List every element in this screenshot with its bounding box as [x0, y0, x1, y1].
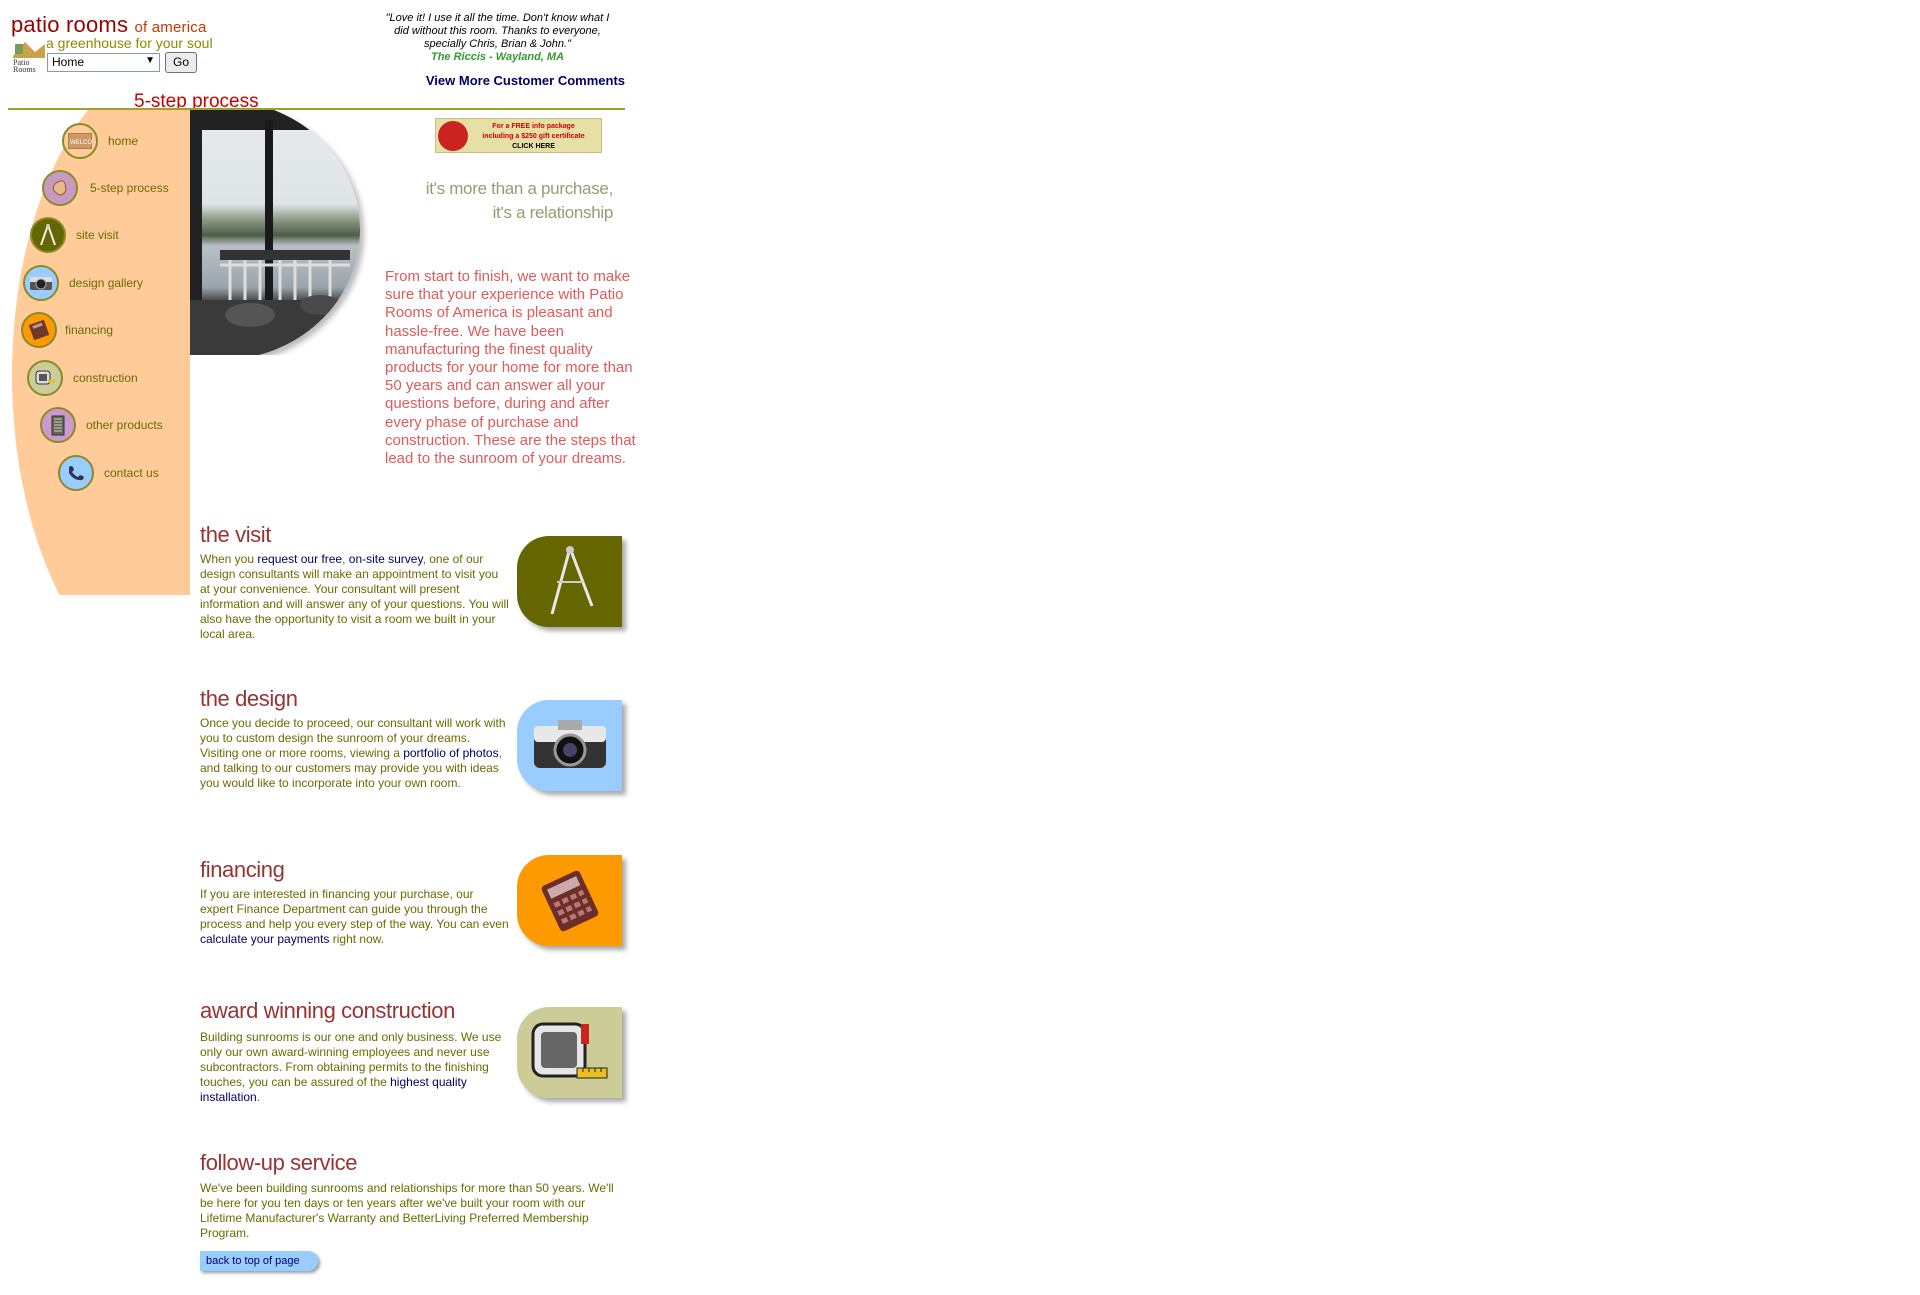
sidebar-item-label: home [108, 134, 139, 148]
tape-measure-icon [27, 360, 63, 396]
brand-name-suffix: of america [134, 19, 207, 36]
slogan-line-2: it's a relationship [492, 203, 614, 222]
sidebar-item-label: other products [86, 418, 163, 432]
section-text-design: Once you decide to proceed, our consulta… [200, 716, 506, 790]
back-to-top-button[interactable]: back to top of page [200, 1251, 318, 1271]
svg-text:WELCOME: WELCOME [70, 140, 92, 146]
phone-icon [58, 455, 94, 491]
section-title-design: the design [200, 686, 298, 711]
section-title-financing: financing [200, 857, 285, 882]
brand-name: patio rooms [11, 12, 129, 37]
request-free-link[interactable]: request our free [257, 552, 342, 566]
sidebar-item-label: financing [65, 323, 114, 337]
sidebar-item-design-gallery[interactable]: design gallery [23, 265, 143, 301]
tape-measure-icon [517, 1007, 622, 1098]
slogan-line-1: it's more than a purchase, [425, 179, 614, 198]
page-select-value: Home [52, 55, 85, 69]
on-site-survey-link[interactable]: on-site survey [349, 552, 423, 566]
free-info-package-banner[interactable]: For a FREE info package including a $250… [435, 118, 602, 153]
sidebar-item-label: construction [73, 371, 138, 385]
intro-paragraph: From start to finish, we want to make su… [385, 268, 636, 468]
sidebar-item-label: contact us [104, 466, 159, 480]
sidebar-item-financing[interactable]: financing [21, 312, 113, 348]
go-button[interactable]: Go [165, 52, 197, 73]
sidebar-item-5-step-process[interactable]: 5-step process [42, 170, 169, 206]
sidebar-item-home[interactable]: WELCOME home [62, 123, 138, 159]
section-text-construction: Building sunrooms is our one and only bu… [200, 1030, 502, 1104]
sidebar-item-label: design gallery [69, 276, 144, 290]
calculator-icon [21, 312, 57, 348]
brand-tagline: a greenhouse for your soul [46, 35, 213, 51]
section-text-visit: When you request our free, on-site surve… [200, 552, 509, 641]
sidebar-item-site-visit[interactable]: site visit [30, 217, 119, 253]
hero-photo [190, 110, 370, 355]
compass-icon [517, 536, 622, 627]
sidebar-item-construction[interactable]: construction [27, 360, 138, 396]
compass-icon [30, 217, 66, 253]
calculate-payments-link[interactable]: calculate your payments [200, 932, 329, 946]
sidebar-item-label: 5-step process [90, 181, 169, 195]
svg-text:Rooms: Rooms [13, 65, 36, 74]
building-icon [40, 407, 76, 443]
hand-icon [42, 170, 78, 206]
testimonial-quote: "Love it! I use it all the time. Don't k… [385, 12, 610, 50]
promo-line-1: For a FREE info package [492, 123, 575, 130]
sidebar-item-other-products[interactable]: other products [40, 407, 163, 443]
promo-line-2: including a $250 gift certificate [482, 133, 585, 140]
view-comments-link[interactable]: View More Customer Comments [400, 73, 625, 88]
promo-line-3: CLICK HERE [512, 143, 555, 150]
section-text-financing: If you are interested in financing your … [200, 887, 509, 946]
section-title-followup: follow-up service [200, 1150, 358, 1175]
patio-rooms-logo-icon: Patio Rooms [11, 38, 47, 74]
chevron-down-icon: ▼ [145, 55, 155, 66]
sidebar-item-contact-us[interactable]: contact us [58, 455, 159, 491]
sidebar-item-label: site visit [76, 228, 119, 242]
section-title-construction: award winning construction [200, 998, 455, 1023]
gift-certificate-icon [438, 121, 468, 151]
page-select[interactable]: Home ▼ [47, 53, 160, 72]
section-title-visit: the visit [200, 522, 271, 547]
camera-icon [517, 700, 622, 791]
welcome-mat-icon: WELCOME [62, 123, 98, 159]
portfolio-link[interactable]: portfolio of photos [403, 746, 498, 760]
calculator-icon [517, 855, 622, 946]
testimonial-author: The Riccis - Wayland, MA [430, 51, 565, 63]
slogan: it's more than a purchase, it's a relati… [405, 177, 614, 225]
section-text-followup: We've been building sunrooms and relatio… [200, 1181, 614, 1240]
camera-icon [23, 265, 59, 301]
page: patio rooms of america a greenhouse for … [0, 0, 1920, 1295]
